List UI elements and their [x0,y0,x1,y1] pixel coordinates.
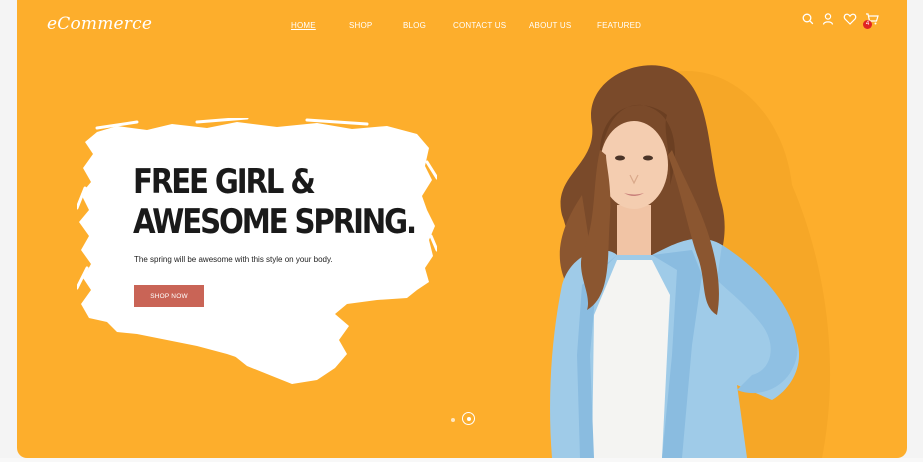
nav-shop[interactable]: SHOP [349,21,372,30]
hero-headline: FREE GIRL & AWESOME SPRING. [133,162,417,242]
user-icon[interactable] [821,12,835,26]
hero-subtext: The spring will be awesome with this sty… [134,255,333,264]
nav-blog[interactable]: BLOG [403,21,426,30]
nav-featured[interactable]: FEATURED [597,21,641,30]
brush-stroke-graphic [77,118,437,384]
header-icons: 4 [801,12,881,32]
slide-dot-1[interactable] [451,418,455,422]
search-icon[interactable] [801,12,815,26]
nav-about-us[interactable]: ABOUT US [529,21,571,30]
slide-dot-2[interactable] [462,412,475,425]
headline-line-2: AWESOME SPRING. [133,202,417,242]
page-footer-strip [0,458,923,462]
hero-banner: eCommerce HOME SHOP BLOG CONTACT US ABOU… [17,0,907,458]
main-nav: HOME SHOP BLOG CONTACT US ABOUT US FEATU… [17,21,907,33]
shop-now-button[interactable]: SHOP NOW [134,285,204,307]
slide-dot-2-center [466,416,471,421]
nav-home[interactable]: HOME [291,21,316,30]
cart-badge: 4 [863,20,872,29]
model-photo [550,65,831,458]
headline-line-1: FREE GIRL & [133,162,316,202]
heart-icon[interactable] [843,12,857,26]
slider-indicator [447,410,487,430]
nav-contact-us[interactable]: CONTACT US [453,21,506,30]
